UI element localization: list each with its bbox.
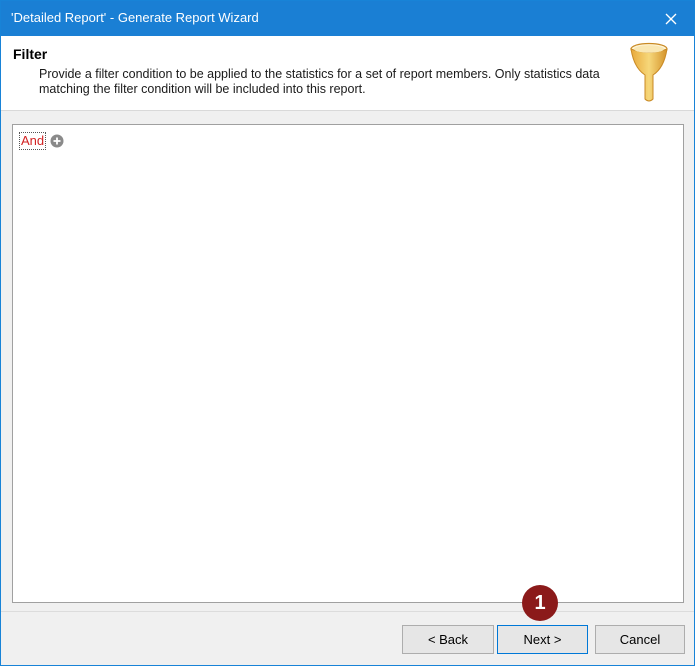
close-button[interactable] [648, 1, 694, 36]
page-title: Filter [13, 46, 48, 62]
title-bar: 'Detailed Report' - Generate Report Wiza… [1, 1, 694, 36]
cancel-button[interactable]: Cancel [595, 625, 685, 654]
add-condition-icon[interactable] [50, 134, 64, 148]
step-badge: 1 [522, 585, 558, 621]
next-button[interactable]: Next > [497, 625, 588, 654]
window-title: 'Detailed Report' - Generate Report Wiza… [11, 10, 259, 25]
funnel-icon [630, 42, 668, 102]
wizard-header: Filter Provide a filter condition to be … [1, 36, 694, 111]
group-operator-and[interactable]: And [19, 132, 47, 150]
footer-divider [1, 611, 694, 612]
close-icon [665, 13, 677, 24]
page-description: Provide a filter condition to be applied… [39, 67, 600, 96]
filter-editor[interactable]: And [12, 124, 684, 603]
wizard-window: 'Detailed Report' - Generate Report Wiza… [0, 0, 695, 666]
back-button[interactable]: < Back [402, 625, 494, 654]
